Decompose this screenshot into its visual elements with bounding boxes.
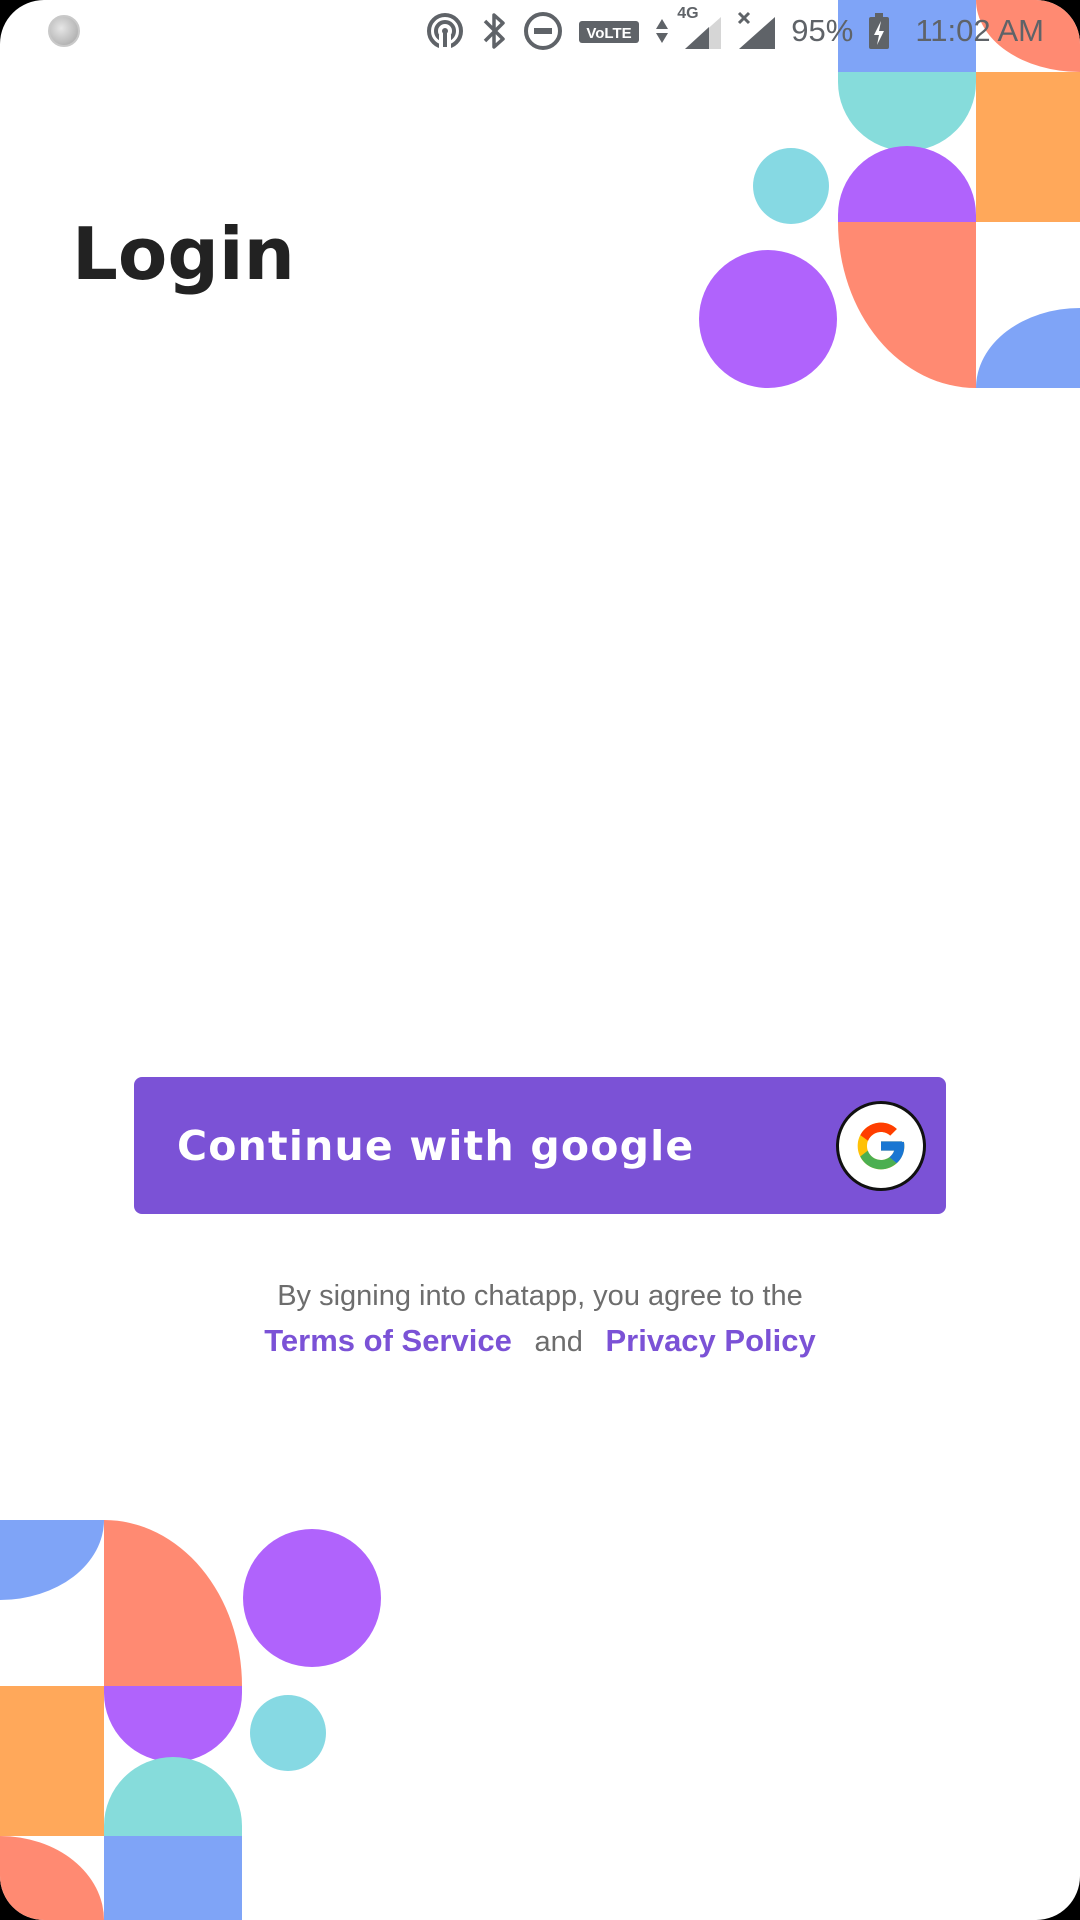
privacy-policy-link[interactable]: Privacy Policy: [605, 1323, 815, 1358]
page-title: Login: [72, 212, 295, 296]
purple-circle-shape: [699, 250, 837, 388]
coral-leaf-shape: [104, 1520, 242, 1686]
bottom-left-decoration: [0, 1520, 381, 1920]
cyan-circle-shape: [753, 148, 829, 224]
signal-no-service-icon: [737, 11, 777, 51]
do-not-disturb-icon: [523, 11, 563, 51]
battery-charging-icon: [867, 11, 891, 51]
orange-sq-shape: [0, 1686, 104, 1836]
hotspot-icon: [425, 11, 465, 51]
blue-quarter-shape: [976, 308, 1080, 388]
svg-text:VoLTE: VoLTE: [587, 25, 632, 42]
login-screen: VoLTE 4G 95% 11:02 AM Login Continue wit…: [0, 0, 1080, 1920]
purple-circle-shape: [243, 1529, 381, 1667]
network-type-label: 4G: [677, 5, 699, 22]
orange-sq-shape: [976, 72, 1080, 222]
volte-icon: VoLTE: [577, 11, 641, 51]
status-icons: VoLTE 4G 95% 11:02 AM: [425, 5, 1044, 54]
purple-half-shape: [838, 146, 976, 222]
purple-half-shape: [104, 1686, 242, 1762]
terms-notice: By signing into chatapp, you agree to th…: [0, 1274, 1080, 1364]
terms-links-row: Terms of Service and Privacy Policy: [0, 1319, 1080, 1364]
coral-leaf-shape: [838, 222, 976, 388]
clock: 11:02 AM: [915, 13, 1044, 48]
blue-sq-shape: [104, 1836, 242, 1920]
notification-icon: [48, 15, 80, 47]
terms-of-service-link[interactable]: Terms of Service: [264, 1323, 512, 1358]
continue-with-google-button[interactable]: Continue with google: [134, 1077, 946, 1214]
bluetooth-icon: [479, 11, 509, 51]
coral-quarter-shape: [0, 1836, 104, 1920]
battery-percent: 95%: [791, 13, 854, 48]
terms-intro-text: By signing into chatapp, you agree to th…: [277, 1280, 803, 1312]
cyan-circle-shape: [250, 1695, 326, 1771]
teal-half-shape: [838, 72, 976, 151]
terms-and-text: and: [534, 1326, 583, 1358]
blue-quarter-shape: [0, 1520, 104, 1600]
signal-4g-icon: 4G: [677, 5, 723, 51]
teal-half-shape: [104, 1757, 242, 1836]
status-bar: VoLTE 4G 95% 11:02 AM: [0, 0, 1080, 62]
google-logo-icon: [836, 1100, 926, 1191]
google-button-label: Continue with google: [177, 1121, 695, 1170]
data-arrows-icon: [655, 11, 669, 51]
